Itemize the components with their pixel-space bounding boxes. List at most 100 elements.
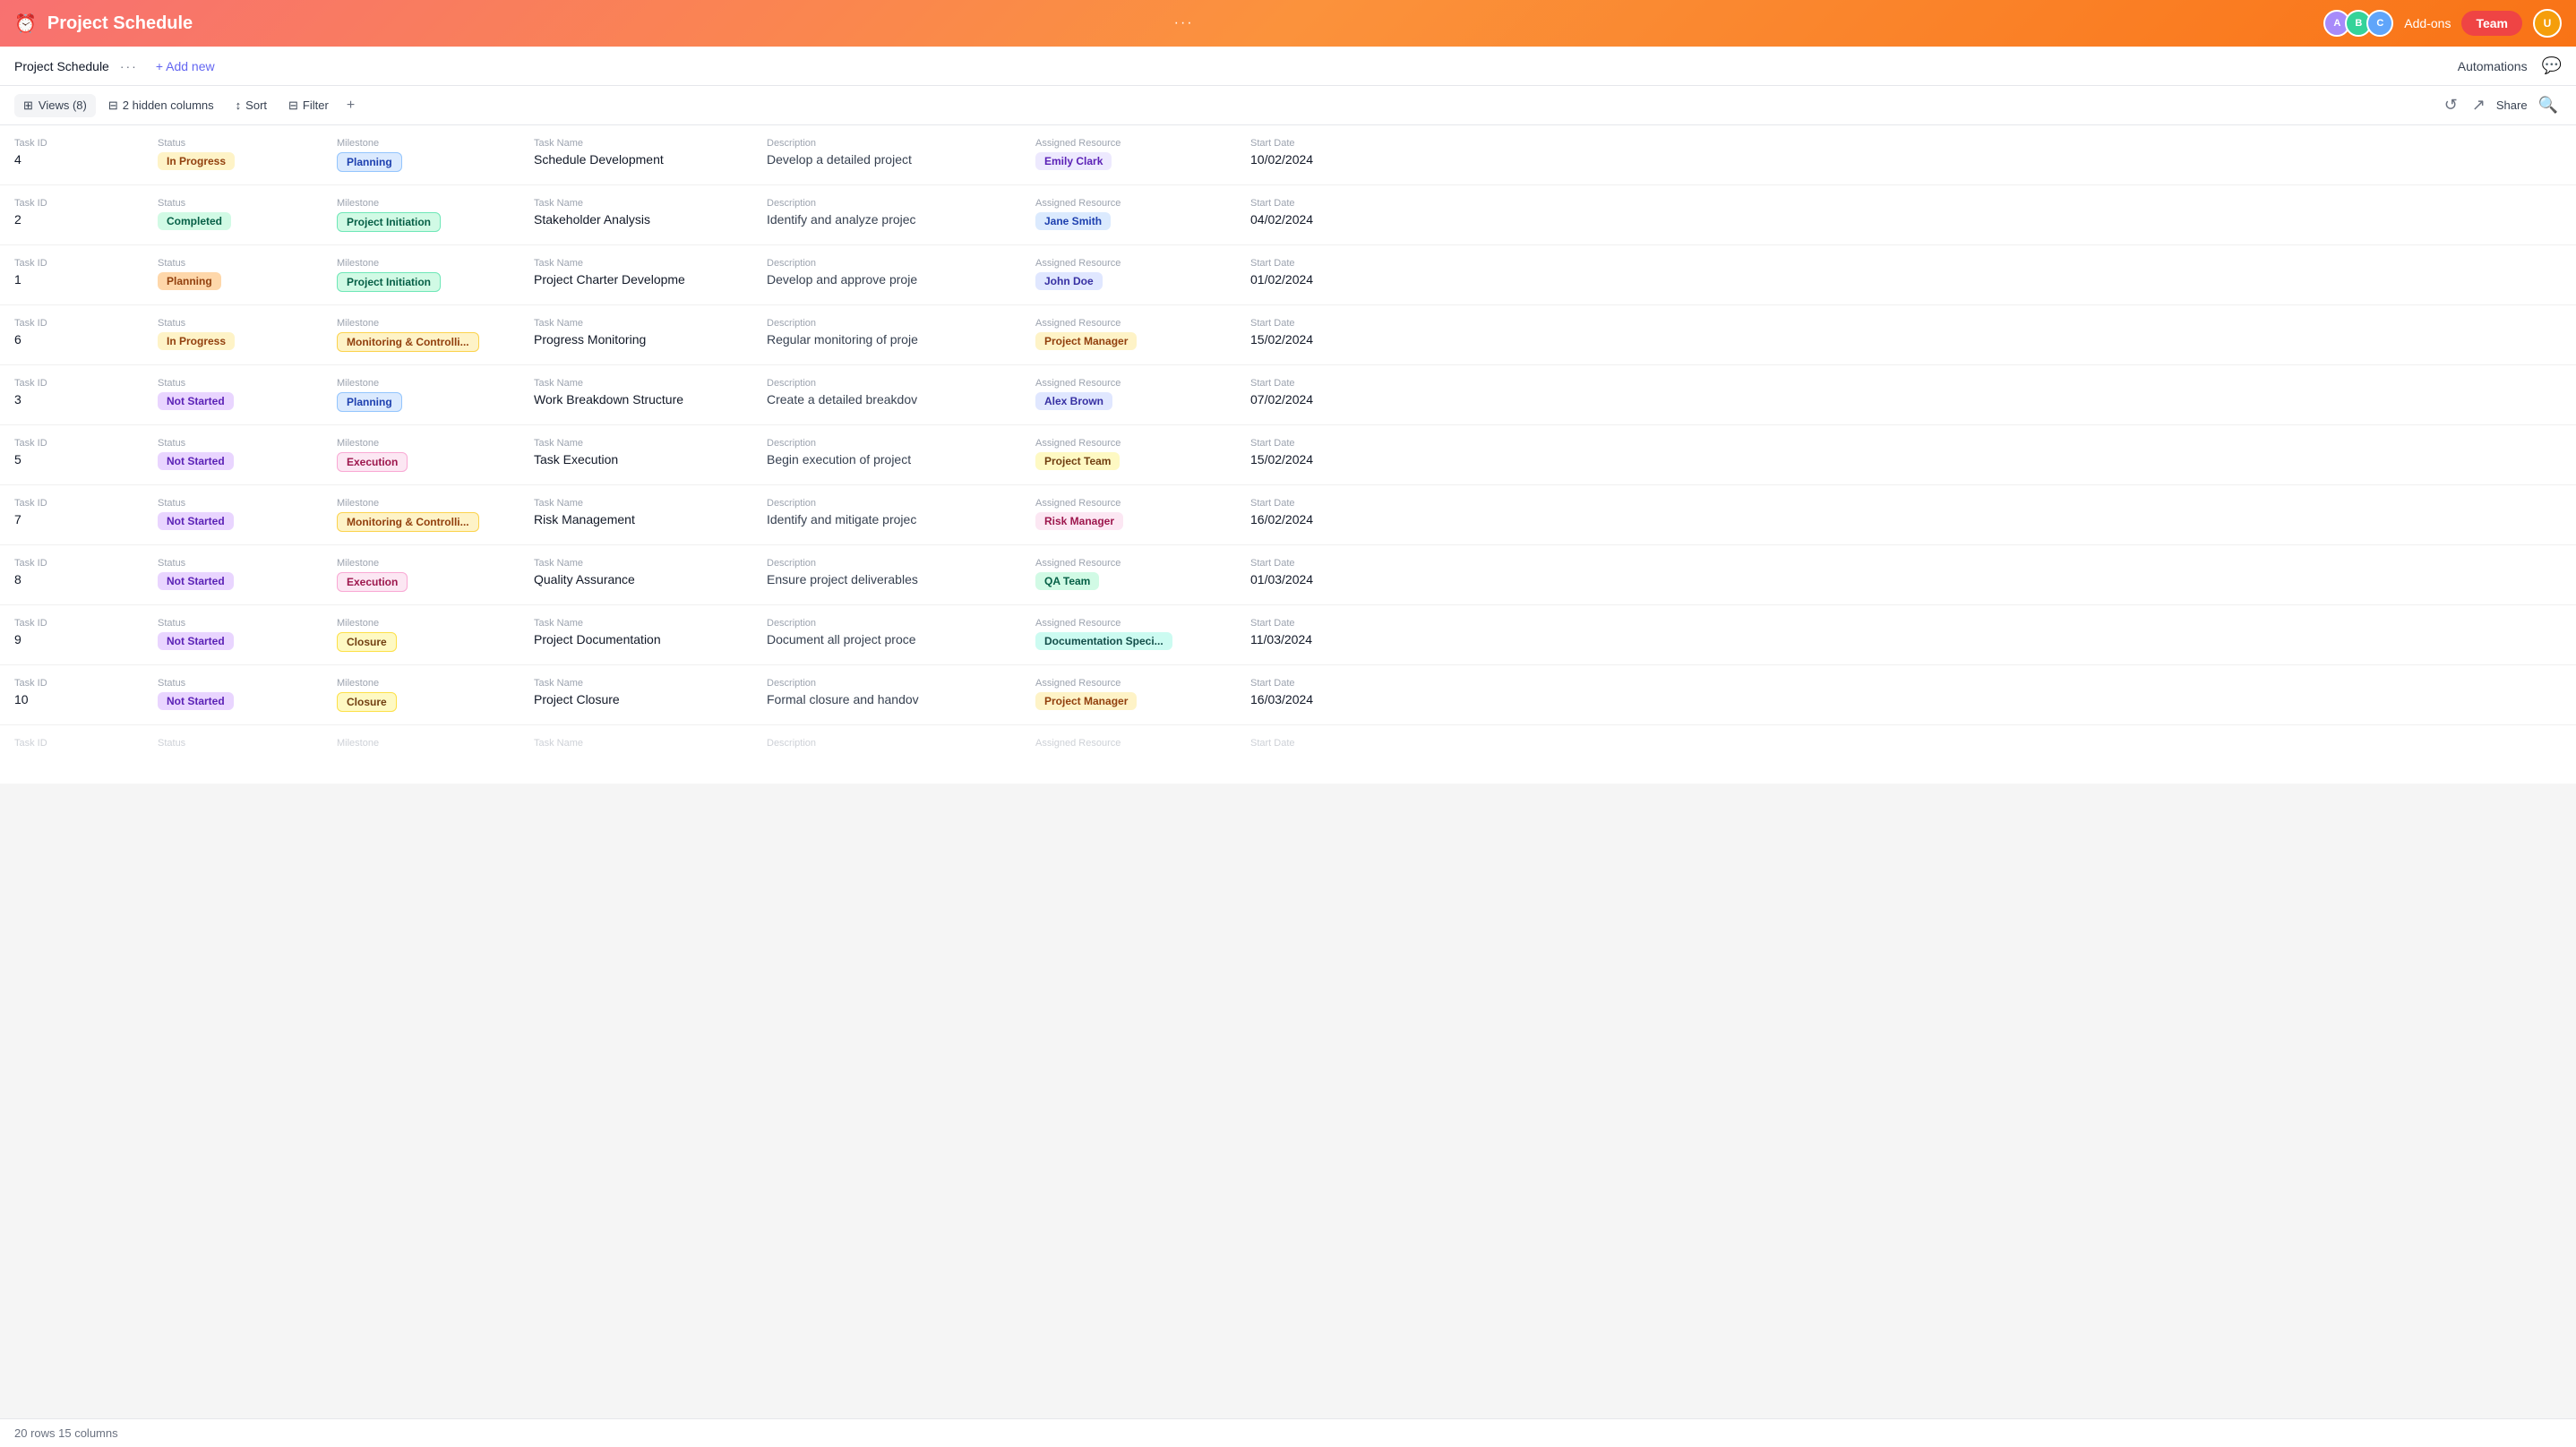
user-avatar[interactable]: U bbox=[2533, 9, 2562, 38]
start-date-label: Start Date bbox=[1250, 138, 1383, 149]
table-row: Task ID 6 Status In Progress Milestone M… bbox=[0, 305, 2576, 365]
extra-cell bbox=[1397, 134, 2576, 141]
milestone-label: Milestone bbox=[337, 318, 505, 329]
milestone-cell: Milestone Project Initiation bbox=[322, 254, 519, 295]
share-icon[interactable]: ↗ bbox=[2469, 92, 2489, 118]
resource-cell: Assigned Resource John Doe bbox=[1021, 254, 1236, 294]
status-cell: Status bbox=[143, 734, 322, 752]
task-id-value: 6 bbox=[14, 332, 129, 347]
status-cell: Status In Progress bbox=[143, 314, 322, 354]
team-button[interactable]: Team bbox=[2461, 11, 2522, 36]
description-label: Description bbox=[767, 678, 1007, 689]
task-name-cell: Task Name Work Breakdown Structure bbox=[519, 374, 752, 410]
resource-label: Assigned Resource bbox=[1035, 378, 1222, 389]
start-date-cell: Start Date 01/02/2024 bbox=[1236, 254, 1397, 290]
description-cell: Description Identify and analyze projec bbox=[752, 194, 1021, 230]
start-date-label: Start Date bbox=[1250, 678, 1383, 689]
start-date-cell: Start Date 07/02/2024 bbox=[1236, 374, 1397, 410]
table-row: Task ID 3 Status Not Started Milestone P… bbox=[0, 365, 2576, 425]
task-name-cell: Task Name Stakeholder Analysis bbox=[519, 194, 752, 230]
hidden-columns-button[interactable]: ⊟ 2 hidden columns bbox=[99, 94, 223, 117]
table-row: Task ID 2 Status Completed Milestone Pro… bbox=[0, 185, 2576, 245]
task-name-cell: Task Name Quality Assurance bbox=[519, 554, 752, 590]
resource-label: Assigned Resource bbox=[1035, 138, 1222, 149]
addons-link[interactable]: Add-ons bbox=[2404, 16, 2451, 30]
resource-cell: Assigned Resource Project Team bbox=[1021, 434, 1236, 474]
resource-badge: Jane Smith bbox=[1035, 212, 1111, 230]
task-id-cell: Task ID bbox=[0, 734, 143, 752]
resource-label: Assigned Resource bbox=[1035, 618, 1222, 629]
task-name-value: Project Charter Developme bbox=[534, 272, 738, 287]
start-date-value: 15/02/2024 bbox=[1250, 332, 1383, 347]
resource-badge: QA Team bbox=[1035, 572, 1099, 590]
task-id-label: Task ID bbox=[14, 678, 129, 689]
milestone-badge: Execution bbox=[337, 572, 408, 592]
refresh-icon[interactable]: ↺ bbox=[2441, 92, 2461, 118]
milestone-badge: Monitoring & Controlli... bbox=[337, 512, 479, 532]
tab-label[interactable]: Project Schedule bbox=[14, 59, 109, 73]
status-cell: Status Not Started bbox=[143, 614, 322, 654]
sort-button[interactable]: ↕ Sort bbox=[227, 94, 276, 116]
description-label: Description bbox=[767, 498, 1007, 509]
views-label: Views (8) bbox=[39, 98, 87, 112]
description-value: Document all project proce bbox=[767, 632, 1007, 646]
status-label: Status bbox=[158, 558, 308, 569]
automations-button[interactable]: Automations bbox=[2458, 59, 2528, 73]
share-label[interactable]: Share bbox=[2496, 98, 2528, 112]
description-label: Description bbox=[767, 318, 1007, 329]
task-id-cell: Task ID 5 bbox=[0, 434, 143, 470]
filter-button[interactable]: ⊟ Filter bbox=[279, 94, 338, 117]
extra-cell bbox=[1397, 494, 2576, 501]
task-name-cell: Task Name Project Documentation bbox=[519, 614, 752, 650]
task-name-label: Task Name bbox=[534, 558, 738, 569]
start-date-label: Start Date bbox=[1250, 498, 1383, 509]
task-name-label: Task Name bbox=[534, 138, 738, 149]
start-date-cell: Start Date 16/02/2024 bbox=[1236, 494, 1397, 530]
resource-label: Assigned Resource bbox=[1035, 258, 1222, 269]
resource-label: Assigned Resource bbox=[1035, 558, 1222, 569]
status-label: Status bbox=[158, 378, 308, 389]
status-badge: Completed bbox=[158, 212, 231, 230]
chat-icon[interactable]: 💬 bbox=[2542, 56, 2562, 75]
task-id-value: 8 bbox=[14, 572, 129, 587]
resource-cell: Assigned Resource Emily Clark bbox=[1021, 134, 1236, 174]
resource-badge: Risk Manager bbox=[1035, 512, 1123, 530]
task-id-value: 3 bbox=[14, 392, 129, 407]
status-label: Status bbox=[158, 618, 308, 629]
clock-icon[interactable]: ⏰ bbox=[14, 13, 37, 35]
extra-cell bbox=[1397, 554, 2576, 561]
avatar-3[interactable]: C bbox=[2366, 10, 2393, 37]
description-cell: Description Ensure project deliverables bbox=[752, 554, 1021, 590]
task-name-label: Task Name bbox=[534, 378, 738, 389]
resource-cell: Assigned Resource QA Team bbox=[1021, 554, 1236, 594]
status-badge: In Progress bbox=[158, 152, 235, 170]
views-button[interactable]: ⊞ Views (8) bbox=[14, 94, 96, 117]
description-label: Description bbox=[767, 558, 1007, 569]
grid-icon: ⊞ bbox=[23, 98, 33, 113]
status-cell: Status Not Started bbox=[143, 494, 322, 534]
tab-more-button[interactable]: ··· bbox=[120, 59, 138, 73]
resource-label: Assigned Resource bbox=[1035, 498, 1222, 509]
header-more-button[interactable]: ··· bbox=[1174, 15, 1194, 31]
status-badge: In Progress bbox=[158, 332, 235, 350]
status-label: Status bbox=[158, 258, 308, 269]
task-name-value: Schedule Development bbox=[534, 152, 738, 167]
status-cell: Status Not Started bbox=[143, 674, 322, 714]
task-name-cell: Task Name Schedule Development bbox=[519, 134, 752, 170]
start-date-value: 16/03/2024 bbox=[1250, 692, 1383, 706]
hidden-columns-label: 2 hidden columns bbox=[123, 98, 214, 112]
columns-icon: ⊟ bbox=[108, 98, 118, 113]
status-label: Status bbox=[158, 198, 308, 209]
milestone-cell: Milestone bbox=[322, 734, 519, 752]
task-id-cell: Task ID 2 bbox=[0, 194, 143, 230]
start-date-cell: Start Date 11/03/2024 bbox=[1236, 614, 1397, 650]
add-view-button[interactable]: + bbox=[341, 94, 360, 117]
start-date-cell: Start Date 01/03/2024 bbox=[1236, 554, 1397, 590]
add-new-button[interactable]: + Add new bbox=[149, 56, 222, 77]
status-cell: Status Not Started bbox=[143, 554, 322, 594]
task-id-value: 9 bbox=[14, 632, 129, 646]
search-icon[interactable]: 🔍 bbox=[2535, 92, 2562, 118]
task-id-value: 10 bbox=[14, 692, 129, 706]
description-value: Regular monitoring of proje bbox=[767, 332, 1007, 347]
task-name-value: Progress Monitoring bbox=[534, 332, 738, 347]
